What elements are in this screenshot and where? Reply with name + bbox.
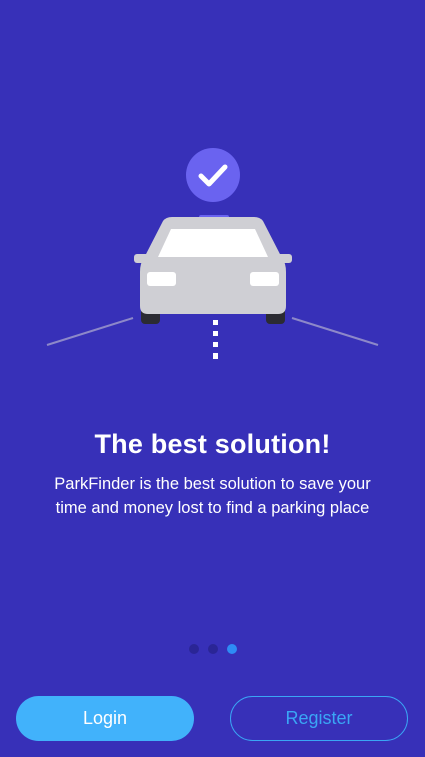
login-button[interactable]: Login <box>16 696 194 741</box>
pager-dot-2[interactable] <box>207 644 218 654</box>
road-line-right <box>291 317 379 346</box>
page-description: ParkFinder is the best solution to save … <box>54 475 371 517</box>
pager-dot-3-active[interactable] <box>226 644 237 654</box>
onboarding-screen: The best solution! ParkFinder is the bes… <box>0 0 425 757</box>
page-title: The best solution! <box>94 429 331 459</box>
pager-dots <box>0 644 425 654</box>
pager-dot-1[interactable] <box>188 644 199 654</box>
parking-illustration <box>46 148 379 359</box>
road-center-dashes <box>213 320 218 359</box>
road-line-left <box>46 317 134 346</box>
car-icon <box>134 215 292 324</box>
check-icon <box>186 148 240 202</box>
register-button[interactable]: Register <box>230 696 408 741</box>
